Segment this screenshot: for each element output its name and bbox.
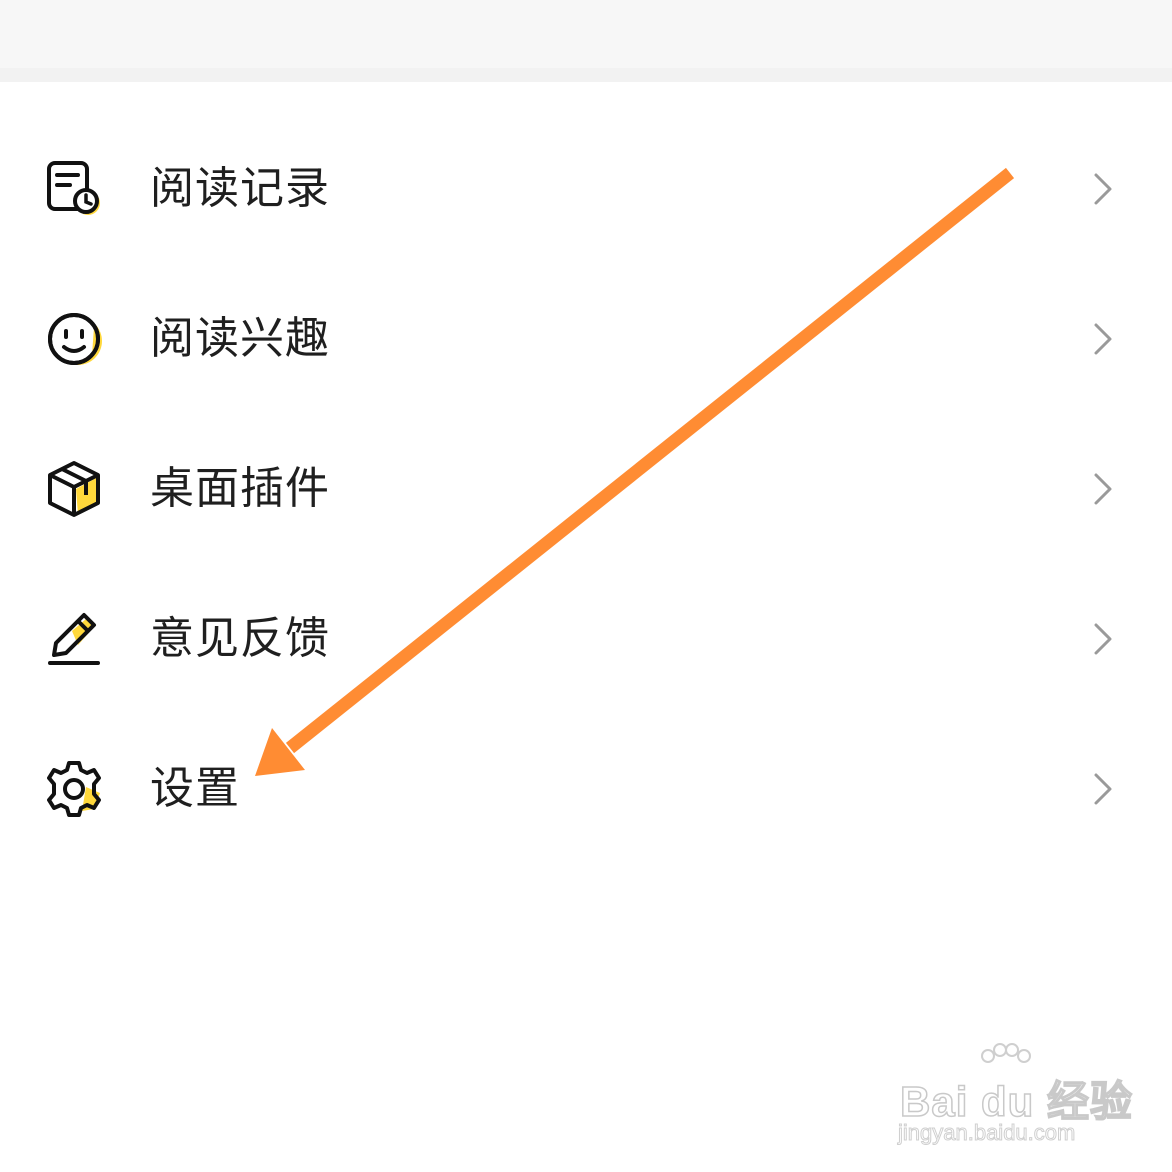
chevron-right-icon: [1088, 621, 1116, 657]
menu-item-feedback[interactable]: 意见反馈: [0, 563, 1172, 713]
settings-menu: 阅读记录 阅读兴趣 桌面插件 意见反馈 设置: [0, 113, 1172, 863]
chevron-right-icon: [1088, 171, 1116, 207]
menu-item-desktop-widgets[interactable]: 桌面插件: [0, 413, 1172, 563]
chevron-right-icon: [1088, 471, 1116, 507]
baidu-jingyan-watermark: Bai du 经验 jingyan.baidu.com: [896, 1042, 1156, 1162]
smiley-icon: [42, 307, 106, 371]
menu-item-label: 意见反馈: [150, 613, 330, 664]
pencil-icon: [42, 607, 106, 671]
menu-item-label: 桌面插件: [150, 463, 330, 514]
menu-item-reading-history[interactable]: 阅读记录: [0, 113, 1172, 263]
top-bar-shadow: [0, 68, 1172, 82]
menu-item-settings[interactable]: 设置: [0, 713, 1172, 863]
menu-item-label: 阅读记录: [150, 163, 330, 214]
cube-icon: [42, 457, 106, 521]
reading-history-icon: [42, 157, 106, 221]
gear-icon: [42, 757, 106, 821]
menu-item-label: 设置: [150, 763, 240, 814]
chevron-right-icon: [1088, 771, 1116, 807]
menu-item-reading-interests[interactable]: 阅读兴趣: [0, 263, 1172, 413]
menu-item-label: 阅读兴趣: [150, 313, 330, 364]
watermark-url: jingyan.baidu.com: [897, 1120, 1076, 1146]
chevron-right-icon: [1088, 321, 1116, 357]
